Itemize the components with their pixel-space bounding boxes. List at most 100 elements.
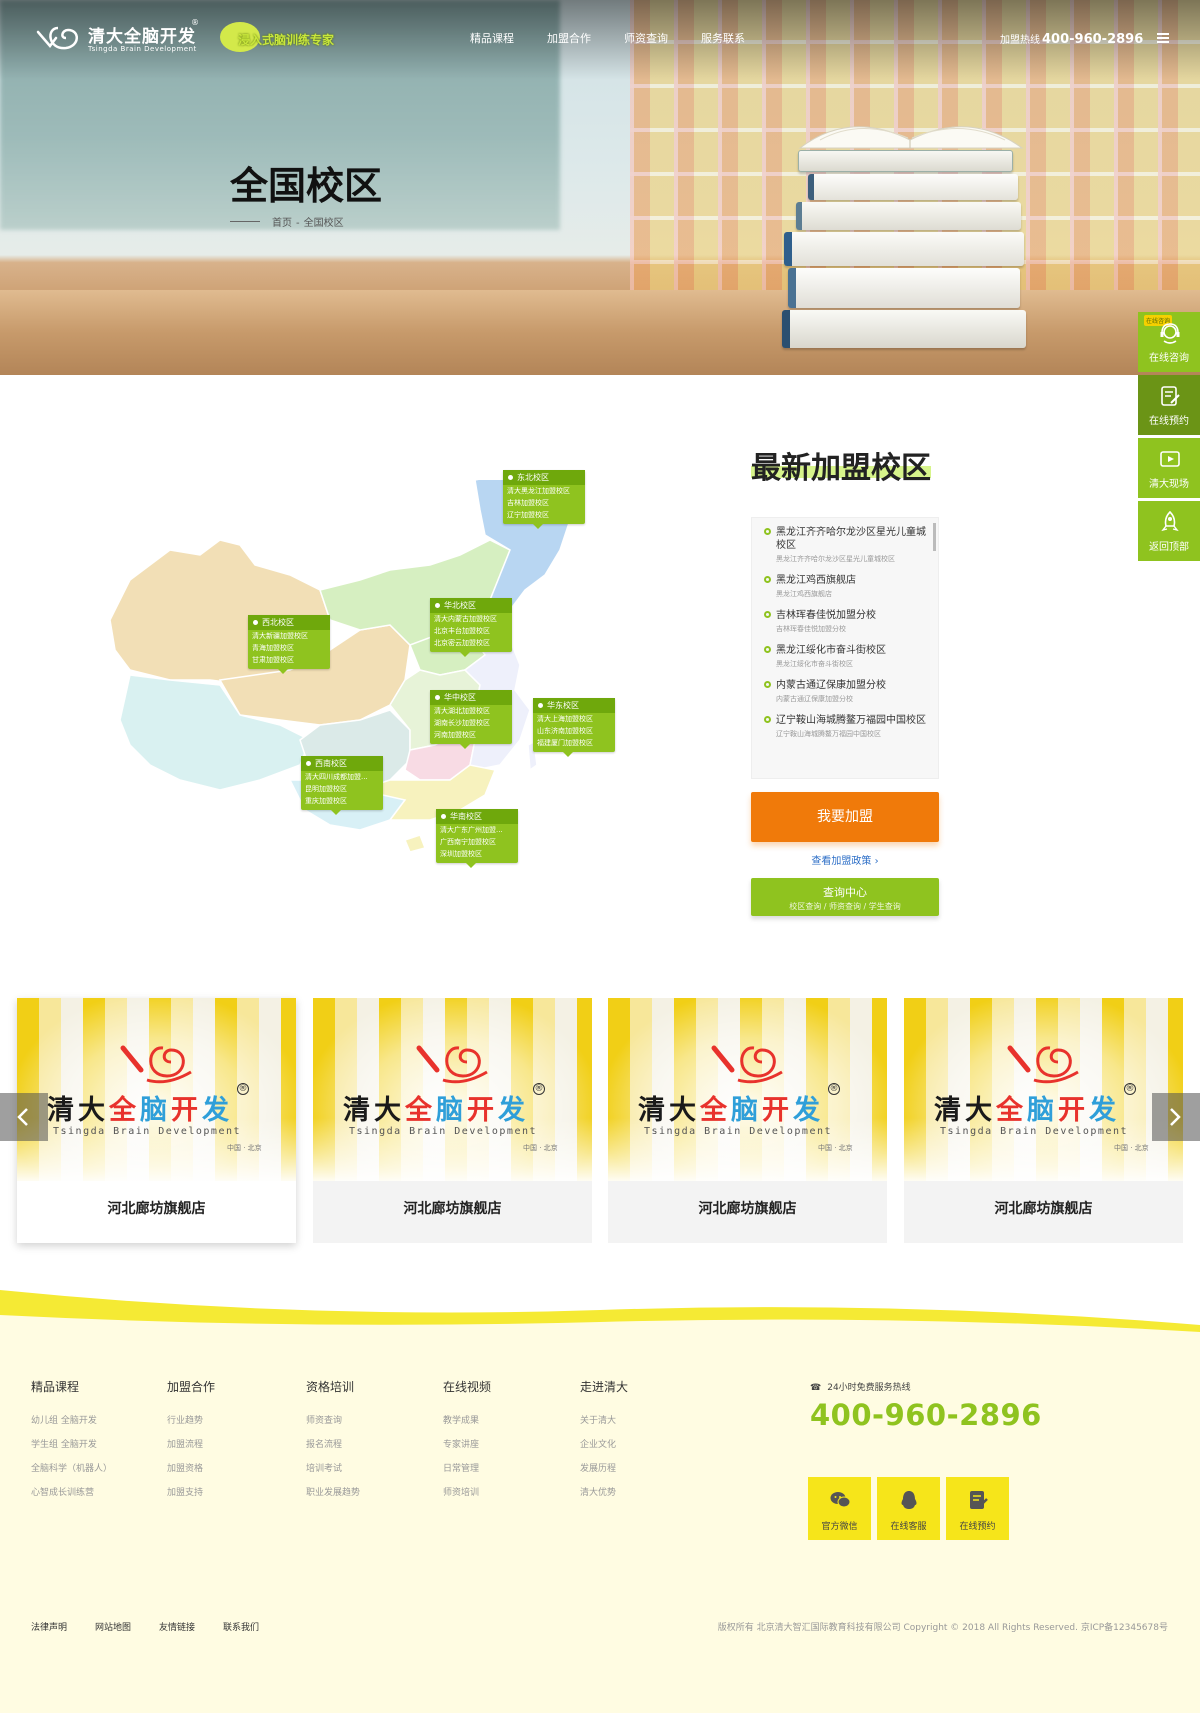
footer-link-contact[interactable]: 联系我们 [223,1623,259,1633]
footer-link[interactable]: 日常管理 [443,1461,491,1474]
footer-link[interactable]: 心智成长训练营 [31,1485,112,1498]
store-card[interactable]: 清大全脑开发 ® Tsingda Brain Development 中国 · … [608,998,887,1243]
region-school[interactable]: 清大上海加盟校区 [533,713,615,725]
footer-link[interactable]: 加盟流程 [167,1437,215,1450]
footer-link[interactable]: 师资查询 [306,1413,360,1426]
footer-column: 在线视频 教学成果 专家讲座 日常管理 师资培训 [443,1378,491,1509]
join-button[interactable]: 我要加盟 [751,792,939,842]
region-school[interactable]: 清大黑龙江加盟校区 [503,485,585,497]
region-school[interactable]: 吉林加盟校区 [503,497,585,509]
breadcrumb-home-link[interactable]: 首页 [272,218,292,229]
footer-wechat-button[interactable]: 官方微信 [808,1477,871,1540]
list-item[interactable]: 黑龙江齐齐哈尔龙沙区星光儿童城校区 黑龙江齐齐哈尔龙沙区星光儿童城校区 [752,518,938,566]
nav-franchise[interactable]: 加盟合作 [547,30,591,46]
carousel-prev-button[interactable] [0,1093,48,1141]
store-card[interactable]: 清大全脑开发 ® Tsingda Brain Development 中国 · … [17,998,296,1243]
footer-link[interactable]: 发展历程 [580,1461,628,1474]
region-school[interactable]: 清大广东广州加盟... [436,824,518,836]
footer-link[interactable]: 全脑科学（机器人） [31,1461,112,1474]
region-school[interactable]: 清大四川成都加盟... [301,771,383,783]
region-school[interactable]: 广西南宁加盟校区 [436,836,518,848]
location-pin-icon [764,611,771,618]
footer-wave [0,1290,1200,1340]
footer-link[interactable]: 行业趋势 [167,1413,215,1426]
region-tag-east[interactable]: 华东校区 清大上海加盟校区 山东济南加盟校区 福建厦门加盟校区 [533,698,615,757]
footer-link[interactable]: 清大优势 [580,1485,628,1498]
carousel-next-button[interactable] [1152,1093,1200,1141]
side-live-video[interactable]: 清大现场 [1138,438,1200,498]
region-school[interactable]: 清大内蒙古加盟校区 [430,613,512,625]
footer-link-friends[interactable]: 友情链接 [159,1623,195,1633]
region-school[interactable]: 辽宁加盟校区 [503,509,585,521]
breadcrumb: 首页 - 全国校区 [272,214,348,229]
hotline-number[interactable]: 400-960-2896 [1042,32,1143,47]
latest-campus-title: 最新加盟校区 [751,451,931,486]
footer-link[interactable]: 加盟资格 [167,1461,215,1474]
region-name: 西南校区 [301,756,383,771]
region-school[interactable]: 湖南长沙加盟校区 [430,717,512,729]
footer-link[interactable]: 关于清大 [580,1413,628,1426]
region-school[interactable]: 福建厦门加盟校区 [533,737,615,749]
hamburger-icon[interactable] [1157,33,1169,43]
region-school[interactable]: 深圳加盟校区 [436,848,518,860]
region-school[interactable]: 清大湖北加盟校区 [430,705,512,717]
region-school[interactable]: 昆明加盟校区 [301,783,383,795]
footer-hotline-number[interactable]: 400-960-2896 [810,1398,1042,1432]
region-name: 华南校区 [436,809,518,824]
footer-link[interactable]: 职业发展趋势 [306,1485,360,1498]
region-school[interactable]: 河南加盟校区 [430,729,512,741]
store-image: 清大全脑开发 ® Tsingda Brain Development 中国 · … [313,998,592,1181]
query-title: 查询中心 [823,886,867,899]
footer-link-legal[interactable]: 法律声明 [31,1623,67,1633]
footer-link[interactable]: 专家讲座 [443,1437,491,1450]
nav-courses[interactable]: 精品课程 [470,30,514,46]
list-item[interactable]: 黑龙江鸡西旗舰店 黑龙江鸡西旗舰店 [752,566,938,601]
store-image: 清大全脑开发 ® Tsingda Brain Development 中国 · … [17,998,296,1181]
region-tag-north[interactable]: 华北校区 清大内蒙古加盟校区 北京丰台加盟校区 北京密云加盟校区 [430,598,512,657]
site-logo[interactable]: 清大全脑开发 Tsingda Brain Development ® [36,18,206,58]
list-item[interactable]: 黑龙江绥化市奋斗街校区 黑龙江绥化市奋斗街校区 [752,636,938,671]
region-school[interactable]: 清大新疆加盟校区 [248,630,330,642]
side-online-consult[interactable]: 在线咨询 在线咨询 [1138,312,1200,372]
region-school[interactable]: 甘肃加盟校区 [248,654,330,666]
side-online-booking[interactable]: 在线预约 [1138,375,1200,435]
region-school[interactable]: 青海加盟校区 [248,642,330,654]
footer-booking-button[interactable]: 在线预约 [946,1477,1009,1540]
region-tag-southwest[interactable]: 西南校区 清大四川成都加盟... 昆明加盟校区 重庆加盟校区 [301,756,383,815]
side-item-label: 在线咨询 [1149,353,1189,364]
footer-link[interactable]: 学生组 全脑开发 [31,1437,112,1450]
footer-column-title: 精品课程 [31,1380,80,1394]
franchise-policy-link[interactable]: 查看加盟政策 › [751,852,939,867]
store-card[interactable]: 清大全脑开发 ® Tsingda Brain Development 中国 · … [313,998,592,1243]
footer-link[interactable]: 师资培训 [443,1485,491,1498]
region-school[interactable]: 北京丰台加盟校区 [430,625,512,637]
footer-link[interactable]: 幼儿组 全脑开发 [31,1413,112,1426]
footer-link[interactable]: 企业文化 [580,1437,628,1450]
store-name: 河北廊坊旗舰店 [107,1201,206,1217]
list-item[interactable]: 内蒙古通辽保康加盟分校 内蒙古通辽保康加盟分校 [752,671,938,706]
list-item[interactable]: 吉林珲春佳悦加盟分校 吉林珲春佳悦加盟分校 [752,601,938,636]
query-center-button[interactable]: 查询中心 校区查询 / 师资查询 / 学生查询 [751,878,939,916]
region-tag-south[interactable]: 华南校区 清大广东广州加盟... 广西南宁加盟校区 深圳加盟校区 [436,809,518,868]
china-map: 东北校区 清大黑龙江加盟校区 吉林加盟校区 辽宁加盟校区 西北校区 清大新疆加盟… [90,470,650,920]
footer-link-sitemap[interactable]: 网站地图 [95,1623,131,1633]
nav-teacher-query[interactable]: 师资查询 [624,30,668,46]
footer-link[interactable]: 培训考试 [306,1461,360,1474]
footer-link[interactable]: 教学成果 [443,1413,491,1426]
region-tag-northwest[interactable]: 西北校区 清大新疆加盟校区 青海加盟校区 甘肃加盟校区 [248,615,330,674]
nav-service-contact[interactable]: 服务联系 [701,30,745,46]
region-school[interactable]: 重庆加盟校区 [301,795,383,807]
footer-link[interactable]: 报名流程 [306,1437,360,1450]
list-item[interactable]: 辽宁鞍山海城腾鳌万福园中国校区 辽宁鞍山海城腾鳌万福园中国校区 [752,706,938,741]
region-name: 华东校区 [533,698,615,713]
latest-campus-list[interactable]: 黑龙江齐齐哈尔龙沙区星光儿童城校区 黑龙江齐齐哈尔龙沙区星光儿童城校区 黑龙江鸡… [751,517,939,779]
footer-link[interactable]: 加盟支持 [167,1485,215,1498]
side-back-to-top[interactable]: 返回顶部 [1138,501,1200,561]
store-card[interactable]: 清大全脑开发 ® Tsingda Brain Development 中国 · … [904,998,1183,1243]
region-tag-central[interactable]: 华中校区 清大湖北加盟校区 湖南长沙加盟校区 河南加盟校区 [430,690,512,749]
footer-qq-service-button[interactable]: 在线客服 [877,1477,940,1540]
chevron-left-icon [17,1108,28,1126]
region-school[interactable]: 山东济南加盟校区 [533,725,615,737]
region-school[interactable]: 北京密云加盟校区 [430,637,512,649]
region-tag-northeast[interactable]: 东北校区 清大黑龙江加盟校区 吉林加盟校区 辽宁加盟校区 [503,470,585,529]
